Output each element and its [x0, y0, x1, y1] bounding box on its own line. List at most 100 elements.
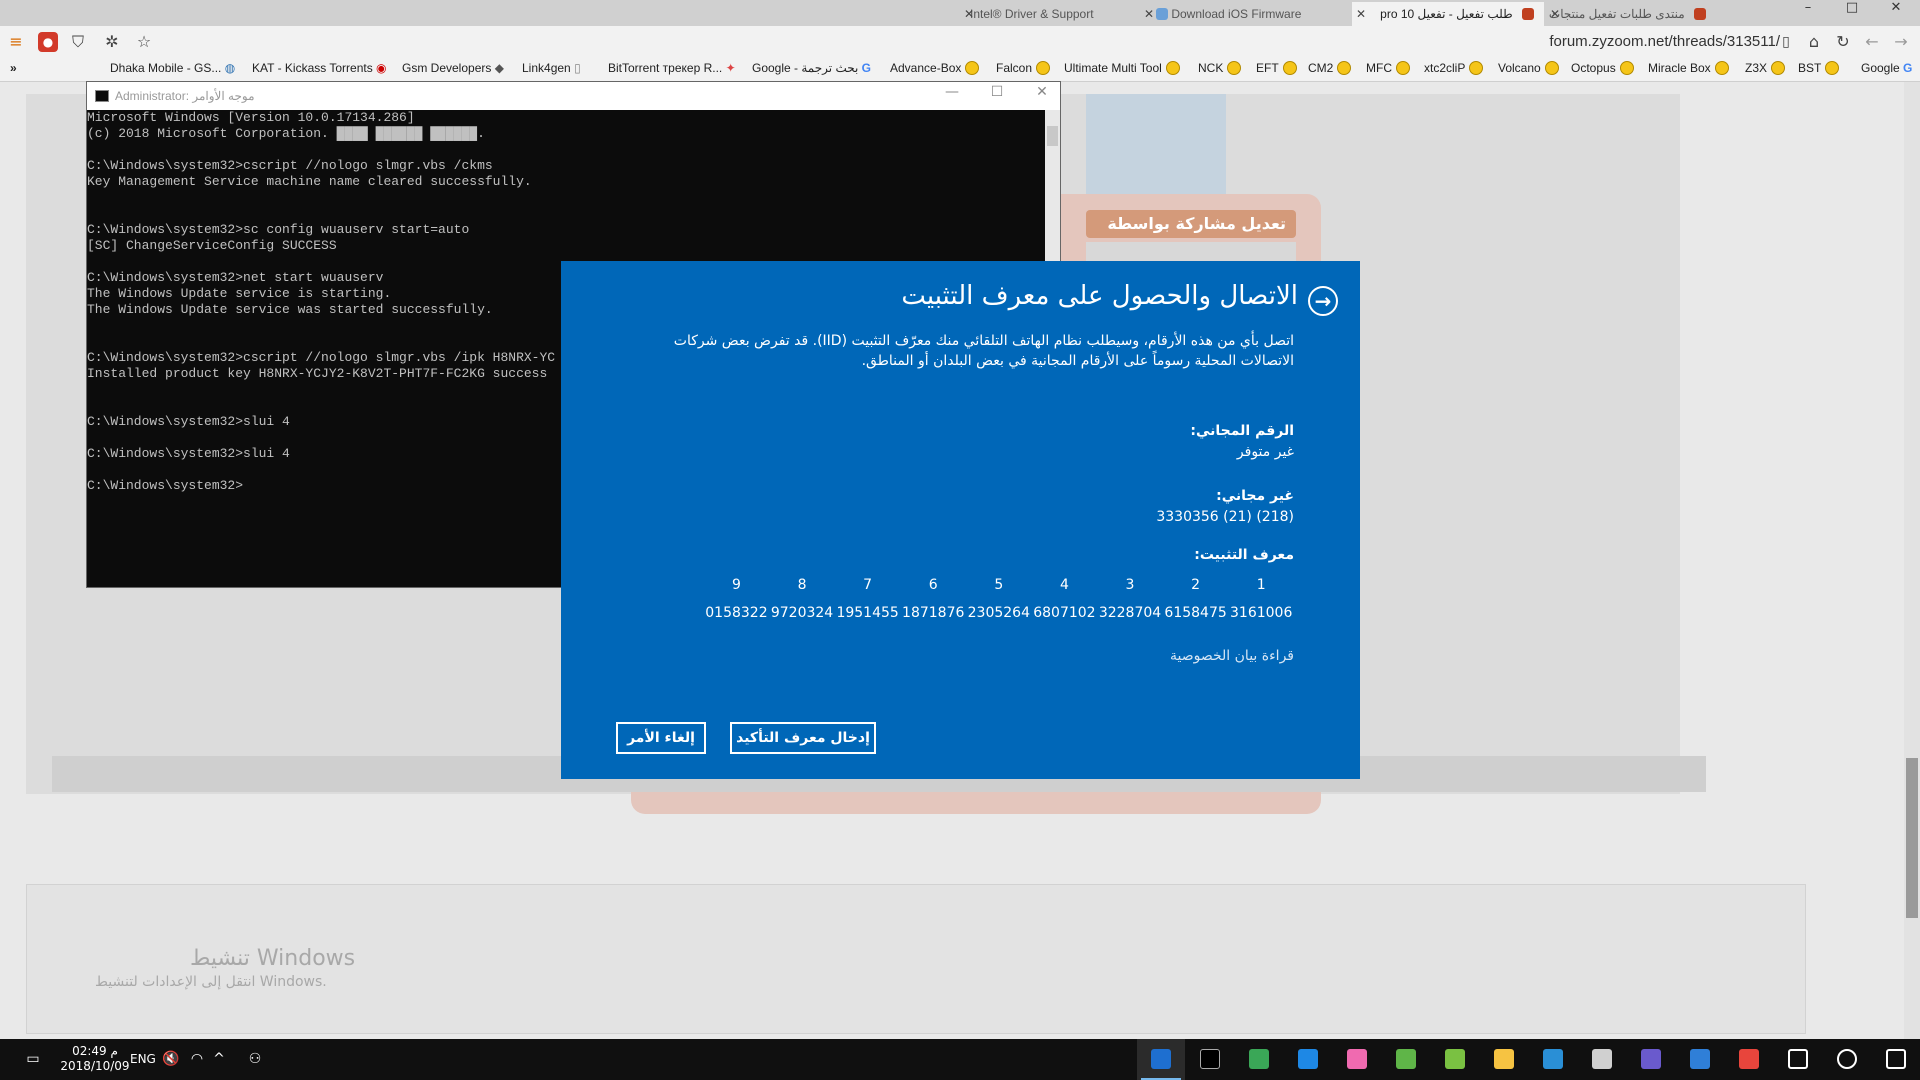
tab-close-icon[interactable]: ✕: [964, 2, 974, 26]
smiley-icon: [1036, 61, 1051, 75]
bookmark-item[interactable]: MFC: [1366, 61, 1410, 75]
app-icon-blue-swirl[interactable]: [1529, 1039, 1577, 1080]
bookmark-item[interactable]: EFT: [1256, 61, 1297, 75]
app-icon-blue-phone[interactable]: [1676, 1039, 1724, 1080]
clock[interactable]: 02:49 م 2018/10/09: [60, 1044, 130, 1074]
wifi-icon[interactable]: ◠: [188, 1050, 206, 1068]
chrome-icon[interactable]: [1725, 1039, 1773, 1080]
start-icon[interactable]: [1872, 1039, 1920, 1080]
file-explorer-icon[interactable]: [1480, 1039, 1528, 1080]
ninja-icon: ◆: [494, 61, 504, 75]
bookmark-item[interactable]: Falcon: [996, 61, 1051, 75]
cancel-button[interactable]: إلغاء الأمر: [616, 722, 706, 754]
page-scrollbar-thumb[interactable]: [1906, 758, 1918, 918]
google-icon: G: [861, 61, 871, 75]
task-view-icon[interactable]: [1774, 1039, 1822, 1080]
iid-group-number: 2: [1191, 577, 1201, 593]
bookmark-item[interactable]: Octopus: [1571, 61, 1634, 75]
app-icon-nck[interactable]: [1578, 1039, 1626, 1080]
app-icon-purple-x-glyph: [1641, 1049, 1661, 1069]
itunes-icon[interactable]: [1333, 1039, 1381, 1080]
cmd-icon[interactable]: [1186, 1039, 1234, 1080]
action-center-icon[interactable]: ▭: [24, 1050, 42, 1068]
bookmark-label: Octopus: [1571, 61, 1616, 75]
minimize-button[interactable]: –: [1786, 0, 1830, 26]
iid-group-value: 0158322: [705, 605, 768, 621]
bookmark-item[interactable]: NCK: [1198, 61, 1242, 75]
reload-icon[interactable]: ↻: [1833, 32, 1853, 52]
app-icon-orb[interactable]: [1235, 1039, 1283, 1080]
bookmark-item[interactable]: KAT - Kickass Torrents ◉: [252, 61, 387, 75]
bookmark-item[interactable]: Z3X: [1745, 61, 1786, 75]
arrow-right-circle-icon: →: [1308, 286, 1338, 316]
tab-close-icon[interactable]: ✕: [1550, 2, 1560, 26]
bookmark-item[interactable]: Gsm Developers ◆: [402, 61, 504, 75]
iid-group-number: 3: [1125, 577, 1135, 593]
bookmark-item[interactable]: Google - بحث ترجمة G: [752, 61, 871, 75]
cmd-titlebar[interactable]: Administrator: موجه الأوامر — ☐ ✕: [87, 82, 1060, 110]
back-icon[interactable]: ←: [1862, 32, 1882, 52]
bookmark-item[interactable]: Volcano: [1498, 61, 1559, 75]
activation-dialog: → الاتصال والحصول على معرف التثبيت اتصل …: [561, 261, 1360, 779]
browser-tab-active[interactable]: طلب تفعيل - تفعيل pro 10 ✕: [1352, 2, 1544, 26]
show-hidden-icons-icon[interactable]: ^: [210, 1050, 228, 1068]
app-icon-purple-x[interactable]: [1627, 1039, 1675, 1080]
page-scrollbar[interactable]: [1904, 82, 1920, 1039]
privacy-statement-link[interactable]: قراءة بيان الخصوصية: [1170, 648, 1294, 664]
address-bar[interactable]: forum.zyzoom.net/threads/313511/: [1549, 33, 1780, 50]
shield-icon[interactable]: ⛉: [68, 32, 88, 52]
close-button[interactable]: ✕: [1874, 0, 1918, 26]
cmd-line: [SC] ChangeServiceConfig SUCCESS: [87, 238, 337, 253]
bookmark-item[interactable]: Miracle Box: [1648, 61, 1729, 75]
browser-tab[interactable]: ✕ Intel® Driver & Support: [960, 2, 1135, 26]
bookmark-item[interactable]: xtc2cliP: [1424, 61, 1484, 75]
app-icon-m[interactable]: [1431, 1039, 1479, 1080]
page-icon: ▯: [1782, 34, 1790, 50]
bookmark-item[interactable]: Dhaka Mobile - GS... ◍: [110, 61, 235, 75]
iid-group-value: 6807102: [1033, 605, 1096, 621]
kat-icon: ◉: [376, 61, 387, 75]
maximize-button[interactable]: □: [1830, 0, 1874, 26]
bookmark-item[interactable]: Advance-Box: [890, 61, 980, 75]
forward-icon[interactable]: →: [1891, 32, 1911, 52]
bookmark-item[interactable]: Link4gen ▯: [522, 61, 581, 75]
enter-confirmation-id-button[interactable]: إدخال معرف التأكيد: [730, 722, 876, 754]
star-icon[interactable]: ☆: [134, 32, 154, 52]
language-indicator[interactable]: ENG: [130, 1052, 156, 1066]
tab-close-icon[interactable]: ✕: [1144, 2, 1154, 26]
app-icon-green-box[interactable]: [1382, 1039, 1430, 1080]
bookmark-item[interactable]: Google G: [1861, 61, 1912, 75]
home-icon[interactable]: ⌂: [1804, 32, 1824, 52]
bookmark-item[interactable]: Ultimate Multi Tool: [1064, 61, 1180, 75]
bookmark-item[interactable]: BitTorrent трекер R... ✦: [608, 61, 736, 75]
volume-muted-icon[interactable]: 🔇: [162, 1050, 180, 1068]
bookmark-label: MFC: [1366, 61, 1392, 75]
cmd-maximize-button[interactable]: ☐: [977, 84, 1017, 108]
search-icon[interactable]: [1823, 1039, 1871, 1080]
iid-group-value: 1871876: [902, 605, 965, 621]
activation-app-icon[interactable]: [1137, 1039, 1185, 1080]
browser-tab[interactable]: ✕ Download iOS Firmware: [1140, 2, 1350, 26]
bookmark-label: Volcano: [1498, 61, 1541, 75]
app-icon-blue-3-glyph: [1298, 1049, 1318, 1069]
browser-tab[interactable]: منتدى طلبات تفعيل منتجات ✕: [1546, 2, 1716, 26]
bookmarks-overflow-icon[interactable]: »: [10, 61, 17, 75]
cmd-close-button[interactable]: ✕: [1022, 84, 1062, 108]
tab-label: Download iOS Firmware: [1171, 7, 1302, 21]
tab-favicon-icon: [1156, 8, 1168, 20]
cmd-scrollbar-thumb[interactable]: [1047, 126, 1058, 146]
extension-icon[interactable]: ●: [38, 32, 58, 52]
toll-free-value: غير متوفر: [1236, 444, 1294, 460]
iid-group-number: 1: [1256, 577, 1266, 593]
app-icon-blue-3[interactable]: [1284, 1039, 1332, 1080]
people-icon[interactable]: ⚇: [246, 1050, 264, 1068]
menu-icon[interactable]: ≡: [6, 32, 26, 52]
bookmark-item[interactable]: BST: [1798, 61, 1840, 75]
ghost-panel-title: تعديل مشاركة بواسطة aby4: [1086, 210, 1296, 261]
search-icon-glyph: [1837, 1049, 1857, 1069]
extension-gear-icon[interactable]: ✲: [102, 32, 122, 52]
bookmark-item[interactable]: CM2: [1308, 61, 1352, 75]
bookmark-label: BitTorrent трекер R...: [608, 61, 723, 75]
cmd-minimize-button[interactable]: —: [932, 84, 972, 108]
tab-close-icon[interactable]: ✕: [1356, 2, 1366, 26]
